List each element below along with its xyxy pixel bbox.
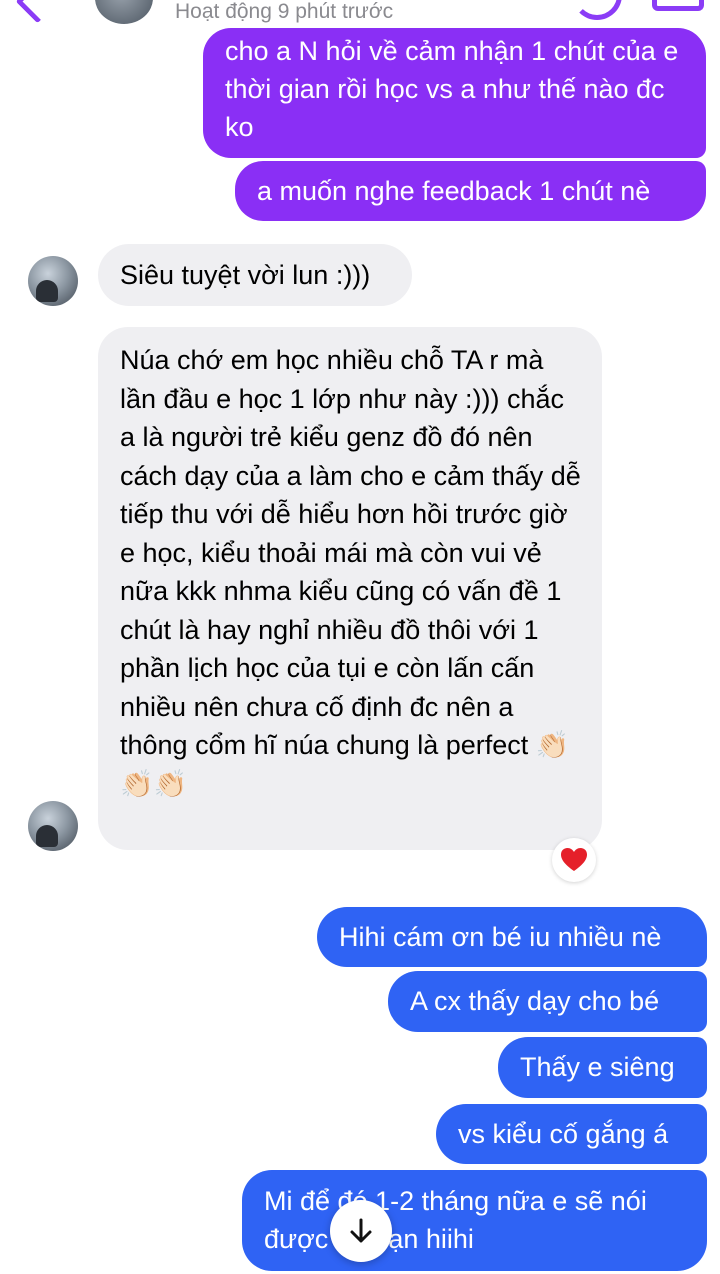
incoming-message[interactable]: Siêu tuyệt vời lun :))) [98, 244, 412, 306]
contact-avatar[interactable] [28, 256, 78, 306]
arrow-down-icon [350, 1218, 372, 1243]
heart-reaction[interactable] [552, 838, 596, 882]
scroll-to-bottom-button[interactable] [330, 1200, 392, 1262]
outgoing-message[interactable]: Thấy e siêng [498, 1037, 707, 1098]
phone-icon[interactable] [572, 0, 622, 20]
contact-avatar[interactable] [28, 801, 78, 851]
incoming-message[interactable]: Núa chớ em học nhiều chỗ TA r mà lần đầu… [98, 327, 602, 850]
video-icon[interactable] [652, 0, 704, 11]
heart-icon [561, 848, 587, 871]
active-status: Hoạt động 9 phút trước [175, 0, 394, 23]
contact-avatar[interactable] [95, 0, 153, 24]
outgoing-message[interactable]: a muốn nghe feedback 1 chút nè [235, 161, 706, 221]
outgoing-message[interactable]: cho a N hỏi về cảm nhận 1 chút của e thờ… [203, 28, 706, 158]
chat-header: Hoạt động 9 phút trước [0, 0, 720, 28]
outgoing-message[interactable]: A cx thấy dạy cho bé [388, 971, 707, 1032]
outgoing-message[interactable]: Hihi cám ơn bé iu nhiều nè [317, 907, 707, 967]
back-chevron-icon[interactable] [15, 0, 60, 24]
outgoing-message[interactable]: Mi để đó 1-2 tháng nữa e sẽ nói được 1 đ… [242, 1170, 707, 1271]
outgoing-message[interactable]: vs kiểu cố gắng á [436, 1104, 707, 1164]
